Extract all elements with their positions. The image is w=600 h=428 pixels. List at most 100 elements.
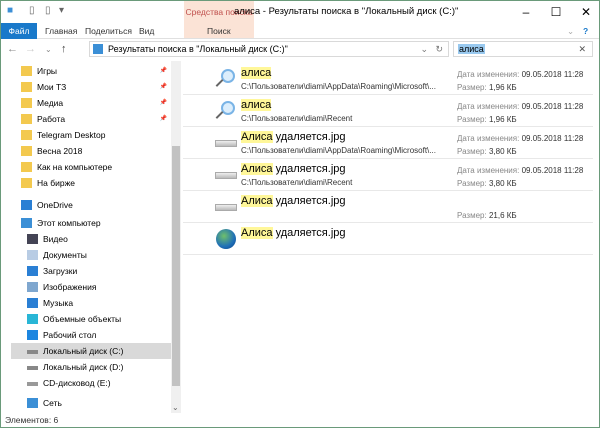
name-rest: удаляется.jpg xyxy=(272,195,346,207)
sidebar-item-label: Локальный диск (C:) xyxy=(43,346,124,356)
sidebar-item-label: Сеть xyxy=(43,398,62,408)
sidebar-item-label: Загрузки xyxy=(43,266,78,276)
result-item[interactable]: алиса C:\Пользователи\diami\AppData\Roami… xyxy=(183,63,593,95)
sidebar-item-label: Локальный диск (D:) xyxy=(43,362,124,372)
sidebar-item-label: Видео xyxy=(43,234,68,244)
result-name: алиса xyxy=(241,67,272,79)
sidebar-item[interactable]: Telegram Desktop xyxy=(5,127,171,143)
pin-icon[interactable]: 📌 xyxy=(160,63,167,79)
match-highlight: Алиса xyxy=(241,163,273,175)
drive-icon xyxy=(27,350,38,354)
sidebar-item-label: Работа xyxy=(37,114,66,124)
desktop-icon xyxy=(27,330,38,340)
sidebar-item[interactable]: Изображения xyxy=(11,279,171,295)
refresh-icon[interactable]: ↻ xyxy=(435,42,443,56)
folder-icon xyxy=(21,130,32,140)
result-path: C:\Пользователи\diami\AppData\Roaming\Mi… xyxy=(241,146,436,155)
clear-search-icon[interactable]: ✕ xyxy=(578,42,586,56)
search-icon xyxy=(215,69,237,89)
sidebar-item[interactable]: OneDrive xyxy=(5,197,171,213)
folder-icon xyxy=(21,82,32,92)
sidebar-item[interactable]: Этот компьютер xyxy=(5,215,171,231)
result-item[interactable]: Алиса удаляется.jpg C:\Пользователи\diami… xyxy=(183,127,593,159)
documents-icon xyxy=(27,250,38,260)
result-item[interactable]: Алиса удаляется.jpg xyxy=(183,223,593,255)
sidebar-scrollbar-thumb[interactable] xyxy=(172,146,180,386)
downloads-icon xyxy=(27,266,38,276)
sidebar-item-label: Рабочий стол xyxy=(43,330,97,340)
name-rest: удаляется.jpg xyxy=(272,131,346,143)
sidebar-item[interactable]: Видео xyxy=(11,231,171,247)
pin-icon[interactable]: 📌 xyxy=(160,79,167,95)
date-modified: Дата изменения: 09.05.2018 11:28 xyxy=(457,102,583,111)
file-size: Размер: 3,80 КБ xyxy=(457,179,517,188)
search-value: алиса xyxy=(458,44,485,54)
sidebar-item[interactable]: Медиа 📌 xyxy=(5,95,171,111)
address-dropdown-icon[interactable]: ⌄ xyxy=(420,42,428,56)
tab-view[interactable]: Вид xyxy=(139,23,154,39)
name-rest: удаляется.jpg xyxy=(272,163,346,175)
search-results-icon xyxy=(93,44,103,54)
sidebar-item[interactable]: Рабочий стол xyxy=(11,327,171,343)
maximize-button[interactable]: ☐ xyxy=(541,3,571,21)
result-item[interactable]: Алиса удаляется.jpg Размер: 21,6 КБ xyxy=(183,191,593,223)
sidebar-item[interactable]: На бирже xyxy=(5,175,171,191)
sidebar-item[interactable]: Музыка xyxy=(11,295,171,311)
customize-qat-icon[interactable]: ▾ xyxy=(59,5,64,19)
file-size: Размер: 3,80 КБ xyxy=(457,147,517,156)
date-modified: Дата изменения: 09.05.2018 11:28 xyxy=(457,134,583,143)
address-bar[interactable]: Результаты поиска в "Локальный диск (C:)… xyxy=(89,41,449,57)
sidebar-item[interactable]: Мои ТЗ 📌 xyxy=(5,79,171,95)
tab-file[interactable]: Файл xyxy=(1,23,37,39)
result-item[interactable]: алиса C:\Пользователи\diami\Recent Дата из… xyxy=(183,95,593,127)
match-highlight: Алиса xyxy=(241,227,273,239)
sidebar-item[interactable]: Как на компьютере xyxy=(5,159,171,175)
back-button[interactable]: ← xyxy=(7,43,18,55)
recent-locations-button[interactable]: ⌄ xyxy=(45,45,52,54)
sidebar-item-label: Этот компьютер xyxy=(37,218,101,228)
size-value: 1,96 КБ xyxy=(488,115,517,124)
forward-button[interactable]: → xyxy=(25,43,36,55)
minimize-button[interactable]: – xyxy=(511,3,541,21)
size-value: 3,80 КБ xyxy=(488,147,517,156)
pin-icon[interactable]: 📌 xyxy=(160,111,167,127)
help-icon[interactable]: ? xyxy=(583,23,588,39)
sidebar-item-label: Весна 2018 xyxy=(37,146,83,156)
tab-search[interactable]: Поиск xyxy=(207,23,231,39)
sidebar-item[interactable]: Локальный диск (D:) xyxy=(11,359,171,375)
result-name: алиса xyxy=(241,99,272,111)
video-icon xyxy=(27,234,38,244)
sidebar-item[interactable]: Объемные объекты xyxy=(11,311,171,327)
pin-icon[interactable]: 📌 xyxy=(160,95,167,111)
sidebar-item[interactable]: Загрузки xyxy=(11,263,171,279)
search-input[interactable]: алиса ✕ xyxy=(453,41,593,57)
sidebar-item[interactable]: Локальный диск (C:) xyxy=(11,343,171,359)
sidebar-item-label: Игры xyxy=(37,66,58,76)
date-label: Дата изменения: xyxy=(457,102,520,111)
result-name: Алиса удаляется.jpg xyxy=(241,227,346,239)
result-item[interactable]: Алиса удаляется.jpg C:\Пользователи\diami… xyxy=(183,159,593,191)
sidebar-item[interactable]: Весна 2018 xyxy=(5,143,171,159)
scroll-down-icon[interactable]: ⌄ xyxy=(172,403,179,412)
sidebar-item[interactable]: Работа 📌 xyxy=(5,111,171,127)
new-folder-icon[interactable]: ▯ xyxy=(45,5,51,19)
search-icon xyxy=(215,101,237,121)
sidebar-item[interactable]: Сеть xyxy=(11,395,171,411)
properties-icon[interactable]: ▯ xyxy=(29,5,35,19)
close-button[interactable]: ✕ xyxy=(571,3,600,21)
sidebar-item[interactable]: Игры 📌 xyxy=(5,63,171,79)
date-modified: Дата изменения: 09.05.2018 11:28 xyxy=(457,166,583,175)
date-modified: Дата изменения: 09.05.2018 11:28 xyxy=(457,70,583,79)
sidebar-item[interactable]: Документы xyxy=(11,247,171,263)
result-name: Алиса удаляется.jpg xyxy=(241,195,346,207)
sidebar-item[interactable]: CD-дисковод (E:) xyxy=(11,375,171,391)
result-path: C:\Пользователи\diami\Recent xyxy=(241,178,353,187)
tab-home[interactable]: Главная xyxy=(45,23,77,39)
cloud-icon xyxy=(21,200,32,210)
ribbon-expand-icon[interactable]: ⌄ xyxy=(567,23,574,39)
tab-share[interactable]: Поделиться xyxy=(85,23,132,39)
up-button[interactable]: ↑ xyxy=(61,43,67,55)
cd-drive-icon xyxy=(27,382,38,386)
window-title: алиса - Результаты поиска в "Локальный д… xyxy=(234,6,459,17)
result-name: Алиса удаляется.jpg xyxy=(241,131,346,143)
